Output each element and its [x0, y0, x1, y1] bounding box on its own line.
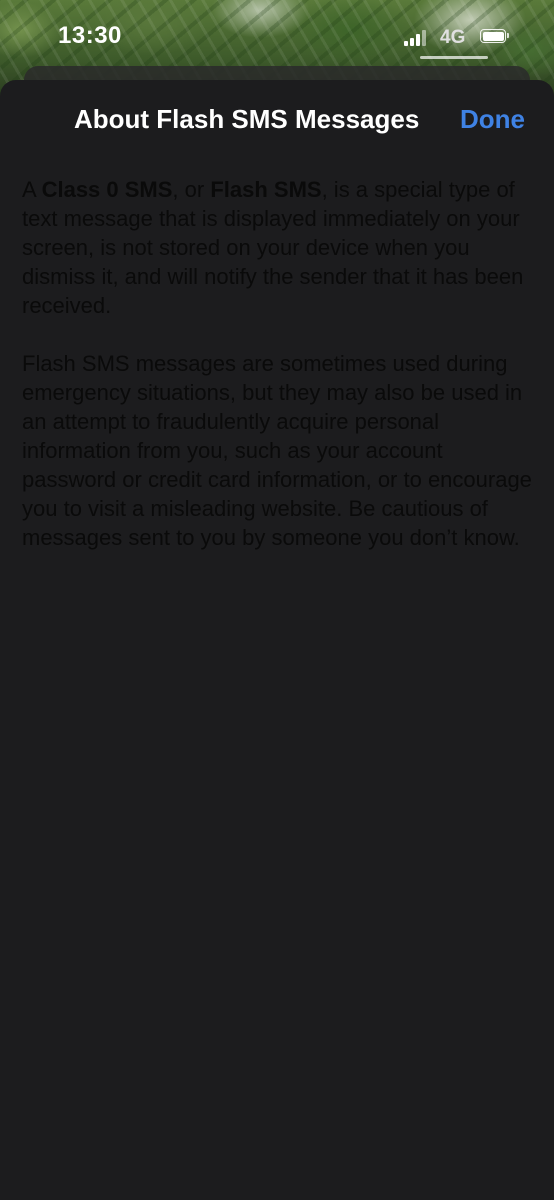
term-flash-sms: Flash SMS — [210, 177, 322, 202]
status-time: 13:30 — [58, 22, 122, 49]
battery-level-fill — [482, 31, 504, 41]
done-button[interactable]: Done — [460, 104, 525, 135]
term-class0-sms: Class 0 SMS — [41, 177, 173, 202]
network-type-label: 4G — [440, 27, 466, 48]
sheet-body: A Class 0 SMS, or Flash SMS, is a specia… — [22, 175, 542, 581]
status-indicator-line — [420, 56, 488, 59]
status-bar: 13:30 4G — [0, 0, 554, 72]
paragraph1-prefix: A — [22, 177, 42, 202]
sheet-title: About Flash SMS Messages — [74, 104, 420, 134]
paragraph1-mid: , or — [172, 177, 211, 202]
paragraph-class0-definition: A Class 0 SMS, or Flash SMS, is a specia… — [22, 175, 542, 320]
paragraph-warning: Flash SMS messages are sometimes used du… — [22, 351, 532, 550]
cellular-signal-icon — [404, 30, 430, 46]
info-sheet: About Flash SMS Messages Done A Class 0 … — [0, 80, 554, 1200]
battery-icon — [480, 29, 509, 43]
